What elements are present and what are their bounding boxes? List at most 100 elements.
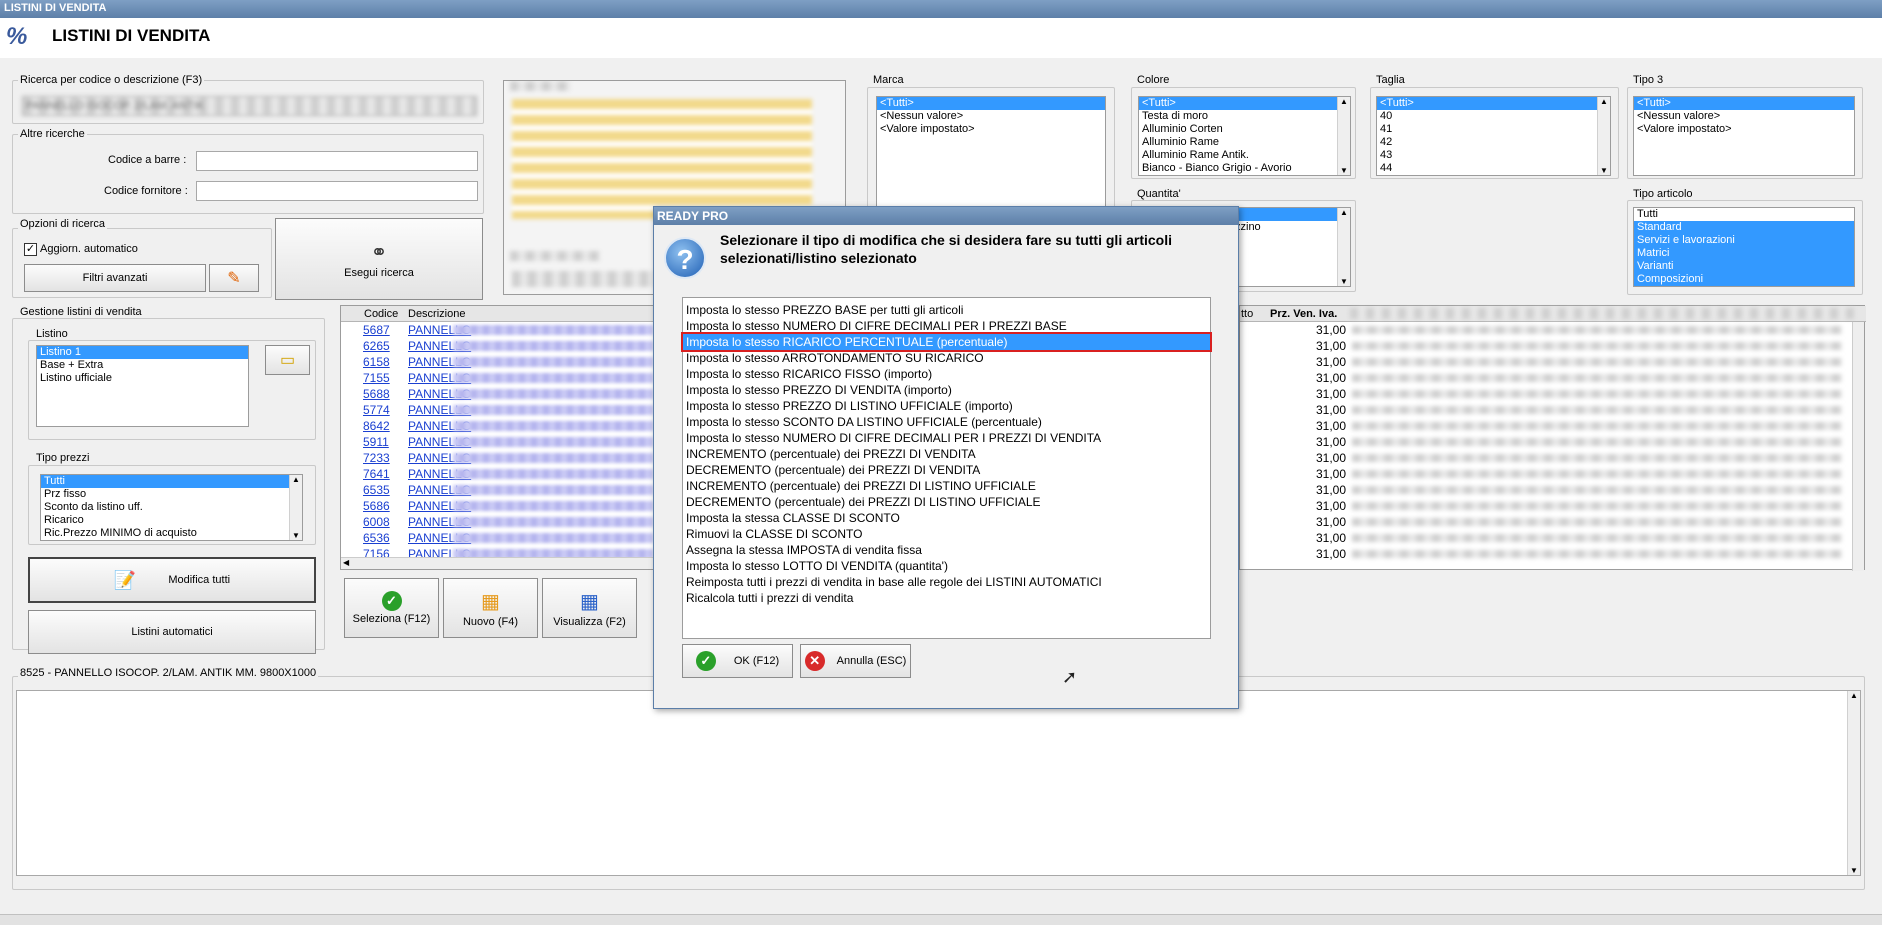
folder-icon[interactable]: ▭	[265, 345, 310, 375]
table-row[interactable]: 31,00	[1240, 514, 1866, 530]
type3-list[interactable]: <Tutti> <Nessun valore> <Valore impostat…	[1633, 96, 1855, 176]
list-item[interactable]: 44	[1377, 162, 1610, 175]
list-item[interactable]: Matrici	[1634, 247, 1854, 260]
scrollbar[interactable]	[1597, 97, 1610, 175]
row-code[interactable]: 5911	[363, 434, 389, 450]
row-code[interactable]: 5688	[363, 386, 390, 402]
row-code[interactable]: 6536	[363, 530, 390, 546]
list-item[interactable]: Reimposta tutti i prezzi di vendita in b…	[683, 574, 1210, 590]
table-row[interactable]: 6535 PANNELLO	[341, 482, 657, 498]
list-item[interactable]: Ricalcola tutti i prezzi di vendita	[683, 590, 1210, 606]
list-item[interactable]: 42	[1377, 136, 1610, 149]
price-type-list[interactable]: Tutti Prz fisso Sconto da listino uff. R…	[40, 474, 303, 541]
list-item[interactable]: Imposta la stessa CLASSE DI SCONTO	[683, 510, 1210, 526]
row-code[interactable]: 7641	[363, 466, 390, 482]
table-row[interactable]: 6158 PANNELLO	[341, 354, 657, 370]
list-item[interactable]: Ric.Prezzo MINIMO di acquisto	[41, 527, 302, 540]
list-item-selected[interactable]: Imposta lo stesso RICARICO PERCENTUALE (…	[681, 332, 1212, 352]
execute-search-button[interactable]: ⚭ Esegui ricerca	[275, 218, 483, 300]
row-code[interactable]: 5687	[363, 322, 390, 338]
grid-header-tto[interactable]: tto	[1241, 308, 1253, 320]
scrollbar[interactable]	[1337, 97, 1350, 175]
grid-header-price[interactable]: Prz. Ven. Iva.	[1270, 308, 1337, 320]
table-row[interactable]: 31,00	[1240, 450, 1866, 466]
row-code[interactable]: 5774	[363, 402, 390, 418]
list-item[interactable]: <Nessun valore>	[877, 110, 1105, 123]
auto-update-checkbox[interactable]: ✓	[24, 243, 37, 256]
row-code[interactable]: 5686	[363, 498, 390, 514]
list-item[interactable]: Base + Extra	[37, 359, 248, 372]
list-item[interactable]: Prz fisso	[41, 488, 302, 501]
articles-grid[interactable]: Codice Descrizione 5687 PANNELLO 6265 PANNE…	[340, 305, 657, 570]
scrollbar[interactable]	[1337, 208, 1350, 286]
list-item[interactable]: INCREMENTO (percentuale) dei PREZZI DI V…	[683, 446, 1210, 462]
table-row[interactable]: 5688 PANNELLO	[341, 386, 657, 402]
list-item[interactable]: Rimuovi la CLASSE DI SCONTO	[683, 526, 1210, 542]
list-item[interactable]: Imposta lo stesso NUMERO DI CIFRE DECIMA…	[683, 318, 1210, 334]
listino-list[interactable]: Listino 1 Base + Extra Listino ufficiale	[36, 345, 249, 427]
list-item[interactable]: Listino 1	[37, 346, 248, 359]
table-row[interactable]: 31,00	[1240, 530, 1866, 546]
table-row[interactable]: 31,00	[1240, 482, 1866, 498]
row-code[interactable]: 7155	[363, 370, 390, 386]
new-button[interactable]: ▦ Nuovo (F4)	[443, 578, 538, 638]
list-item[interactable]: 40	[1377, 110, 1610, 123]
table-row[interactable]: 6265 PANNELLO	[341, 338, 657, 354]
view-button[interactable]: ▦ Visualizza (F2)	[542, 578, 637, 638]
table-row[interactable]: 5911 PANNELLO	[341, 434, 657, 450]
list-item[interactable]: Assegna la stessa IMPOSTA di vendita fis…	[683, 542, 1210, 558]
list-item[interactable]: Imposta lo stesso ARROTONDAMENTO SU RICA…	[683, 350, 1210, 366]
modify-all-button[interactable]: 📝 Modifica tutti	[28, 557, 316, 603]
list-item[interactable]: Alluminio Rame Antik.	[1139, 149, 1350, 162]
article-type-list[interactable]: Tutti Standard Servizi e lavorazioni Mat…	[1633, 207, 1855, 287]
cancel-button[interactable]: ✕ Annulla (ESC)	[800, 644, 911, 678]
list-item[interactable]: <Tutti>	[1634, 97, 1854, 110]
grid-header-codice[interactable]: Codice	[364, 308, 398, 320]
table-row[interactable]: 31,00	[1240, 370, 1866, 386]
modify-options-list[interactable]: Imposta lo stesso PREZZO BASE per tutti …	[681, 297, 1212, 639]
table-row[interactable]: 31,00	[1240, 386, 1866, 402]
list-item[interactable]: <Nessun valore>	[1634, 110, 1854, 123]
automatic-lists-button[interactable]: Listini automatici	[28, 610, 316, 654]
list-item[interactable]: <Valore impostato>	[877, 123, 1105, 136]
table-row[interactable]: 31,00	[1240, 322, 1866, 338]
list-item[interactable]: Imposta lo stesso PREZZO DI VENDITA (imp…	[683, 382, 1210, 398]
table-row[interactable]: 5687 PANNELLO	[341, 322, 657, 338]
row-code[interactable]: 6535	[363, 482, 390, 498]
list-item[interactable]: Tutti	[41, 475, 302, 488]
row-code[interactable]: 7233	[363, 450, 390, 466]
table-row[interactable]: 31,00	[1240, 338, 1866, 354]
table-row[interactable]: 8642 PANNELLO	[341, 418, 657, 434]
horizontal-scrollbar[interactable]: ◀	[341, 557, 657, 569]
row-code[interactable]: 6158	[363, 354, 390, 370]
list-item[interactable]: 43	[1377, 149, 1610, 162]
table-row[interactable]: 31,00	[1240, 402, 1866, 418]
scrollbar[interactable]	[1847, 691, 1860, 875]
list-item[interactable]: Alluminio Rame	[1139, 136, 1350, 149]
list-item[interactable]: Bianco - Bianco Grigio - Avorio	[1139, 162, 1350, 175]
vertical-scrollbar[interactable]	[1852, 322, 1864, 571]
list-item[interactable]: DECREMENTO (percentuale) dei PREZZI DI L…	[683, 494, 1210, 510]
list-item[interactable]: Standard	[1634, 221, 1854, 234]
table-row[interactable]: 31,00	[1240, 354, 1866, 370]
list-item[interactable]: <Tutti>	[1377, 97, 1610, 110]
list-item[interactable]: Imposta lo stesso LOTTO DI VENDITA (quan…	[683, 558, 1210, 574]
list-item[interactable]: Servizi e lavorazioni	[1634, 234, 1854, 247]
list-item[interactable]: Imposta lo stesso RICARICO FISSO (import…	[683, 366, 1210, 382]
row-code[interactable]: 6008	[363, 514, 390, 530]
color-list[interactable]: <Tutti> Testa di moro Alluminio Corten A…	[1138, 96, 1351, 176]
supplier-code-input[interactable]	[196, 181, 478, 201]
list-item[interactable]: Imposta lo stesso PREZZO BASE per tutti …	[683, 302, 1210, 318]
list-item[interactable]: 41	[1377, 123, 1610, 136]
list-item[interactable]: Varianti	[1634, 260, 1854, 273]
select-button[interactable]: ✓ Seleziona (F12)	[344, 578, 439, 638]
grid-header-descrizione[interactable]: Descrizione	[408, 308, 465, 320]
list-item[interactable]: Composizioni	[1634, 273, 1854, 286]
list-item[interactable]: Imposta lo stesso NUMERO DI CIFRE DECIMA…	[683, 430, 1210, 446]
row-code[interactable]: 6265	[363, 338, 390, 354]
list-item[interactable]: <Tutti>	[877, 97, 1105, 110]
scrollbar[interactable]	[289, 475, 302, 540]
advanced-filters-button[interactable]: Filtri avanzati	[24, 264, 206, 292]
table-row[interactable]: 7155 PANNELLO	[341, 370, 657, 386]
size-list[interactable]: <Tutti> 40 41 42 43 44	[1376, 96, 1611, 176]
